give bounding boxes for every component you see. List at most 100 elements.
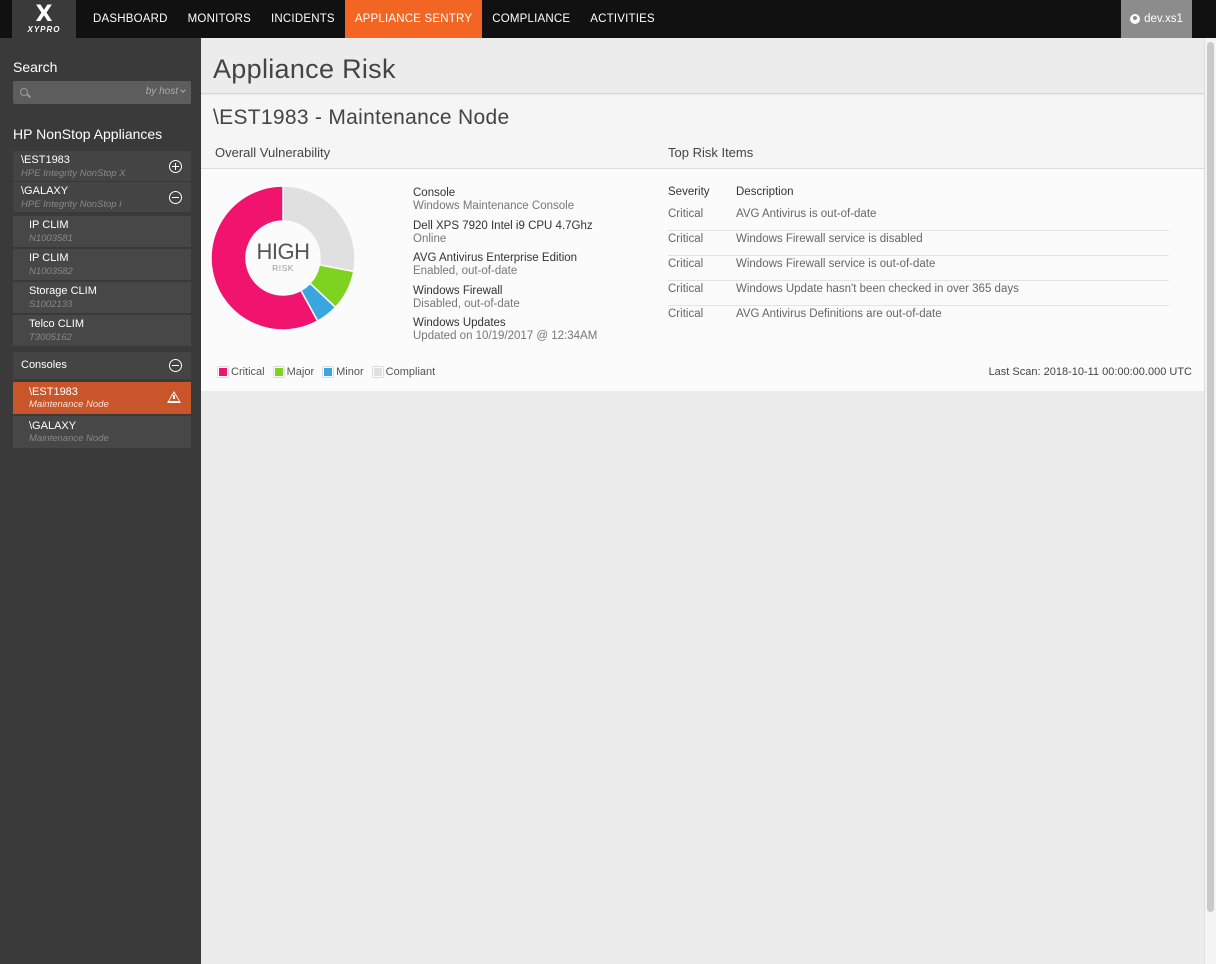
child-id: T3005162 [29,332,72,343]
sidebar-child-telco-clim[interactable]: Telco CLIM T3005162 [13,315,191,347]
legend-label: Critical [231,366,265,378]
table-row[interactable]: Critical AVG Antivirus is out-of-date [668,206,1169,231]
sidebar-node-galaxy[interactable]: \GALAXY HPE Integrity NonStop i [13,182,191,213]
nav-activities[interactable]: ACTIVITIES [580,0,665,38]
severity-cell: Critical [668,283,704,295]
child-name: IP CLIM [29,219,69,231]
detail-title: Windows Updates [413,317,506,329]
nav-dashboard[interactable]: DASHBOARD [83,0,178,38]
logo-text: XYPRO [27,24,61,34]
detail-title: AVG Antivirus Enterprise Edition [413,252,578,264]
minus-circle-icon[interactable] [169,191,182,204]
page-scrollbar[interactable] [1204,38,1216,964]
child-name: Storage CLIM [29,285,97,297]
detail-value: Disabled, out-of-date [413,297,520,310]
description-cell: Windows Firewall service is out-of-date [736,258,936,270]
search-mode-label: by host [145,86,178,97]
risk-word: RISK [272,263,294,273]
search-box: by host [13,81,191,104]
consoles-label: Consoles [21,359,67,371]
console-item-galaxy[interactable]: \GALAXY Maintenance Node [13,416,191,448]
table-row[interactable]: Critical AVG Antivirus Definitions are o… [668,306,1169,331]
description-cell: Windows Firewall service is disabled [736,233,923,245]
top-navbar: X XYPRO DASHBOARD MONITORS INCIDENTS APP… [0,0,1216,38]
console-name: \EST1983 [29,386,78,398]
xypro-logo[interactable]: X XYPRO [12,0,76,38]
detail-value: Online [413,232,447,245]
table-header: Severity Description [668,186,1169,206]
risk-level: HIGH [256,239,311,264]
column-severity[interactable]: Severity [668,186,736,206]
legend-label: Major [286,366,315,378]
user-menu-button[interactable]: dev.xs1 [1121,0,1192,38]
node-name: \GALAXY [21,185,69,197]
detail-hardware: Dell XPS 7920 Intel i9 CPU 4.7Ghz Online [413,220,597,246]
console-type: Maintenance Node [29,433,109,444]
legend-compliant: Compliant [372,366,436,378]
child-name: Telco CLIM [29,318,85,330]
consoles-header[interactable]: Consoles [13,352,191,379]
detail-updates: Windows Updates Updated on 10/19/2017 @ … [413,317,597,343]
search-mode-dropdown[interactable]: by host [145,86,186,97]
table-row[interactable]: Critical Windows Firewall service is out… [668,256,1169,281]
search-title: Search [13,59,58,75]
severity-cell: Critical [668,208,704,220]
chart-legend: Critical Major Minor Compliant [218,366,435,378]
user-icon [1130,14,1141,24]
node-type: HPE Integrity NonStop i [21,199,122,210]
chevron-down-icon [180,87,186,93]
detail-value: Windows Maintenance Console [413,200,575,212]
plus-circle-icon[interactable] [169,160,182,173]
detail-title: Dell XPS 7920 Intel i9 CPU 4.7Ghz [413,219,593,232]
sidebar-child-storage-clim[interactable]: Storage CLIM S1002133 [13,282,191,314]
severity-cell: Critical [668,233,704,245]
nav-appliance-sentry[interactable]: APPLIANCE SENTRY [344,0,483,38]
divider [201,93,1204,94]
description-cell: Windows Update hasn't been checked in ov… [736,283,1019,295]
legend-minor: Minor [323,366,364,378]
detail-firewall: Windows Firewall Disabled, out-of-date [413,285,597,311]
table-row[interactable]: Critical Windows Firewall service is dis… [668,231,1169,256]
sidebar-child-ip-clim-2[interactable]: IP CLIM N1003582 [13,249,191,281]
main-nav: DASHBOARD MONITORS INCIDENTS APPLIANCE S… [83,0,665,38]
nav-incidents[interactable]: INCIDENTS [261,0,345,38]
child-id: S1002133 [29,299,73,310]
sidebar: Search by host HP NonStop Appliances \ES… [0,38,201,964]
last-scan: Last Scan: 2018-10-11 00:00:00.000 UTC [988,366,1192,378]
user-name: dev.xs1 [1144,13,1183,25]
console-name: \GALAXY [29,420,77,432]
overall-vulnerability-heading: Overall Vulnerability [215,145,331,160]
detail-title: Console [413,187,456,199]
severity-cell: Critical [668,258,704,270]
risk-label: HIGH RISK [246,239,320,274]
console-item-est1983[interactable]: \EST1983 Maintenance Node [13,382,191,414]
console-type: Maintenance Node [29,399,109,410]
scrollbar-thumb[interactable] [1207,42,1214,912]
child-id: N1003582 [29,266,73,277]
sidebar-node-est1983[interactable]: \EST1983 HPE Integrity NonStop X [13,151,191,182]
nav-compliance[interactable]: COMPLIANCE [482,0,580,38]
detail-console: Console Windows Maintenance Console [413,187,597,213]
detail-antivirus: AVG Antivirus Enterprise Edition Enabled… [413,252,597,278]
node-type: HPE Integrity NonStop X [21,168,126,179]
top-risk-table: Severity Description Critical AVG Antivi… [668,186,1169,331]
main-content: Appliance Risk \EST1983 - Maintenance No… [201,38,1204,964]
legend-swatch [372,367,383,377]
nav-monitors[interactable]: MONITORS [178,0,261,38]
legend-label: Compliant [385,366,436,378]
node-name: \EST1983 [21,154,70,166]
detail-title: Windows Firewall [413,284,503,297]
sidebar-child-ip-clim-1[interactable]: IP CLIM N1003581 [13,216,191,248]
node-title: \EST1983 - Maintenance Node [213,106,510,129]
search-input[interactable] [35,81,135,104]
top-risk-items-heading: Top Risk Items [668,145,754,160]
detail-value: Enabled, out-of-date [413,265,518,277]
appliance-details: Console Windows Maintenance Console Dell… [413,187,597,350]
severity-cell: Critical [668,308,704,320]
legend-swatch [273,367,284,377]
search-icon [20,88,28,96]
table-row[interactable]: Critical Windows Update hasn't been chec… [668,281,1169,306]
column-description[interactable]: Description [736,186,1169,206]
detail-value: Updated on 10/19/2017 @ 12:34AM [413,330,598,342]
minus-circle-icon[interactable] [169,359,182,372]
